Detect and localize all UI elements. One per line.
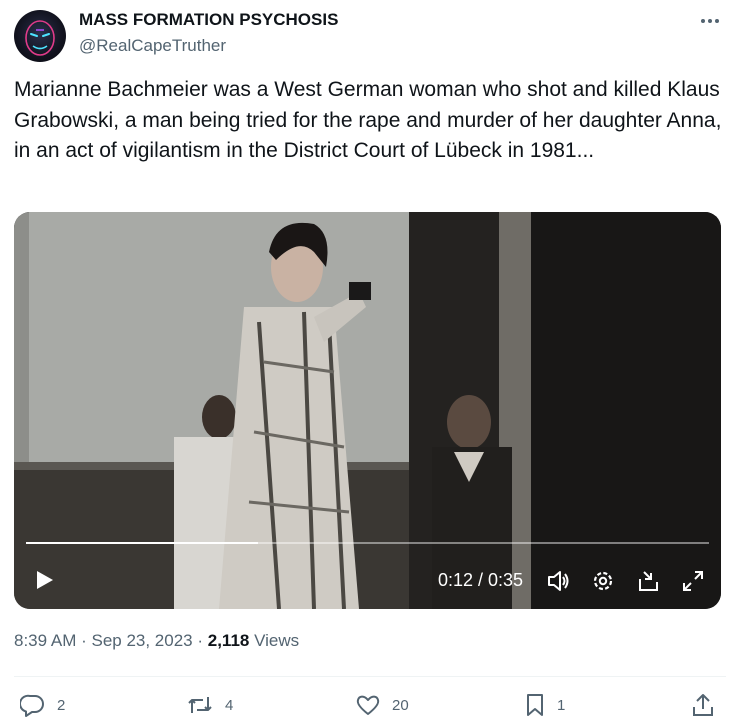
tweet-time[interactable]: 8:39 AM xyxy=(14,631,76,650)
play-icon[interactable] xyxy=(32,568,56,592)
settings-icon[interactable] xyxy=(590,568,616,594)
bookmark-count: 1 xyxy=(557,696,566,714)
reply-icon xyxy=(20,694,44,717)
video-progress-bar[interactable] xyxy=(26,542,709,544)
video-time: 0:12 / 0:35 xyxy=(438,570,524,590)
share-icon xyxy=(693,694,713,716)
retweet-icon xyxy=(188,697,212,713)
tweet-date[interactable]: Sep 23, 2023 xyxy=(91,631,192,650)
like-button[interactable]: 20 xyxy=(355,693,409,717)
views-label: Views xyxy=(249,631,300,650)
video-player[interactable]: 0:12 / 0:35 xyxy=(14,212,721,609)
bookmark-button[interactable]: 1 xyxy=(524,693,565,717)
video-frame xyxy=(14,212,721,609)
author-handle[interactable]: @RealCapeTruther xyxy=(79,36,226,56)
like-count: 20 xyxy=(392,696,409,714)
bookmark-icon xyxy=(527,694,543,716)
meta-separator: · xyxy=(76,631,92,650)
tweet-meta: 8:39 AM · Sep 23, 2023 · 2,118 Views xyxy=(14,631,299,651)
avatar[interactable] xyxy=(14,10,66,62)
meta-separator-2: · xyxy=(192,631,208,650)
heart-icon xyxy=(356,695,380,715)
volume-icon[interactable] xyxy=(545,568,571,594)
author-display-name[interactable]: MASS FORMATION PSYCHOSIS xyxy=(79,10,338,30)
video-progress-fill xyxy=(26,542,259,544)
fullscreen-icon[interactable] xyxy=(680,568,706,594)
tweet-text: Marianne Bachmeier was a West German wom… xyxy=(14,78,722,162)
retweet-count: 4 xyxy=(225,696,234,714)
retweet-button[interactable]: 4 xyxy=(186,693,233,717)
share-button[interactable] xyxy=(691,693,715,717)
divider xyxy=(14,676,726,677)
reply-count: 2 xyxy=(57,696,66,714)
views-count: 2,118 xyxy=(207,631,250,650)
masked-face-avatar-icon xyxy=(25,20,55,56)
reply-button[interactable]: 2 xyxy=(20,693,65,717)
pop-out-icon[interactable] xyxy=(636,568,662,594)
more-dots-icon[interactable] xyxy=(697,10,723,32)
